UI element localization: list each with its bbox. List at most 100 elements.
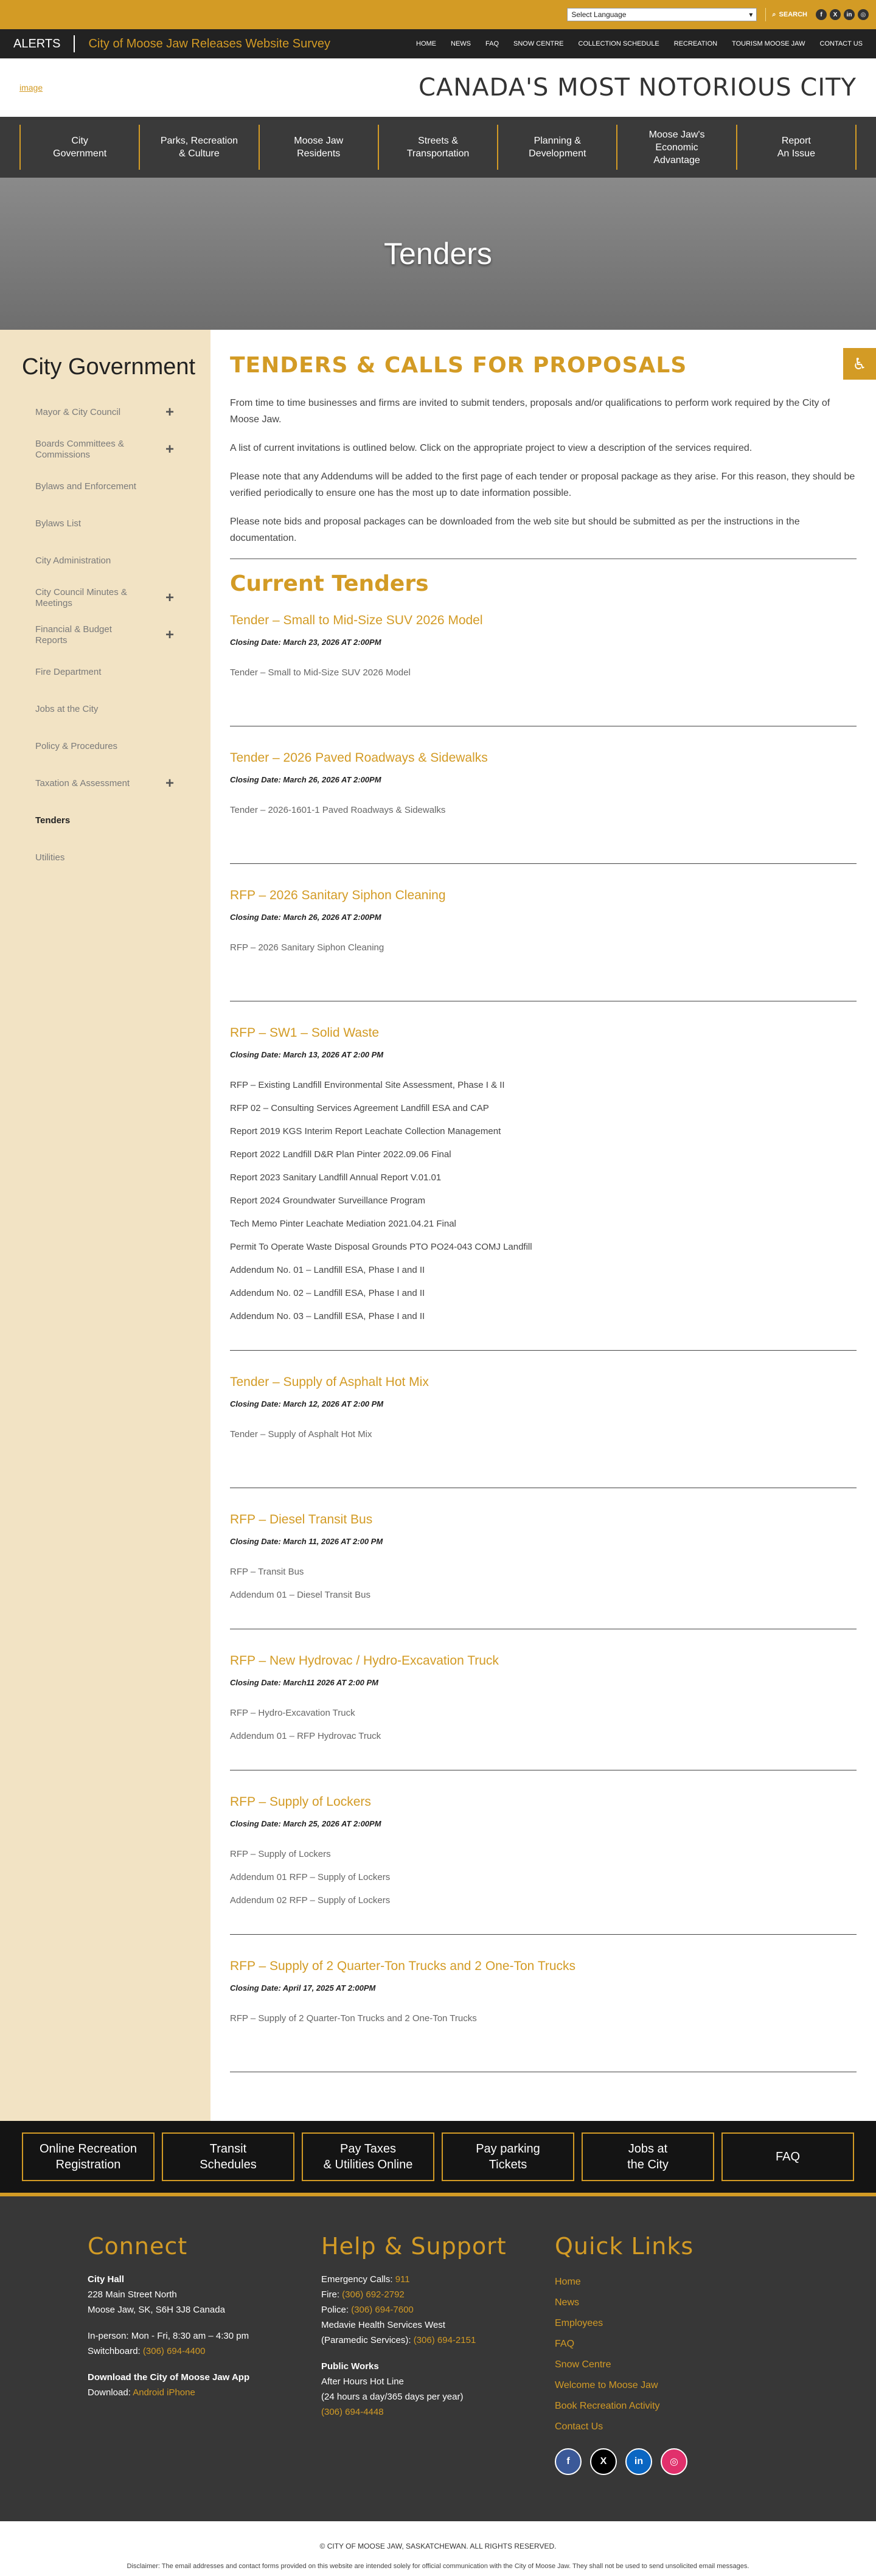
footer-quick-link[interactable]: FAQ xyxy=(555,2334,788,2355)
tender-document-link[interactable]: RFP – Supply of Lockers xyxy=(230,1849,857,1859)
sidebar-item[interactable]: Taxation & Assessment + xyxy=(0,765,210,802)
tender-document-link[interactable]: Addendum 02 RFP – Supply of Lockers xyxy=(230,1895,857,1906)
x-icon[interactable]: X xyxy=(590,2448,617,2475)
sidebar-item[interactable]: Mayor & City Council + xyxy=(0,394,210,431)
footer-quick-link[interactable]: Employees xyxy=(555,2313,788,2334)
police-phone-link[interactable]: (306) 694-7600 xyxy=(351,2305,414,2315)
footer-quick-link[interactable]: Home xyxy=(555,2272,788,2292)
expand-plus-icon[interactable]: + xyxy=(165,590,174,607)
tender-document-link[interactable]: RFP – 2026 Sanitary Siphon Cleaning xyxy=(230,942,857,953)
emergency-phone-link[interactable]: 911 xyxy=(395,2274,410,2285)
footer-quick-link[interactable]: Book Recreation Activity xyxy=(555,2396,788,2417)
expand-plus-icon[interactable]: + xyxy=(165,441,174,458)
sidebar-item[interactable]: City Administration xyxy=(0,542,210,579)
linkedin-icon[interactable]: in xyxy=(625,2448,652,2475)
sidebar-item[interactable]: Fire Department xyxy=(0,653,210,691)
tender-document-link[interactable]: RFP – Transit Bus xyxy=(230,1567,857,1577)
x-icon[interactable]: X xyxy=(830,9,841,20)
tender-document-link[interactable]: RFP – Hydro-Excavation Truck xyxy=(230,1708,857,1718)
sidebar-item[interactable]: Policy & Procedures xyxy=(0,728,210,765)
tender-title-link[interactable]: RFP – Diesel Transit Bus xyxy=(230,1513,857,1527)
quick-link-button[interactable]: Pay parking Tickets xyxy=(442,2132,574,2181)
main-nav-item[interactable]: City Government xyxy=(19,125,139,170)
accessibility-icon[interactable]: ♿ xyxy=(843,348,876,380)
site-logo[interactable]: image xyxy=(19,83,43,92)
tender-document-link[interactable]: Report 2023 Sanitary Landfill Annual Rep… xyxy=(230,1172,857,1183)
top-nav-link[interactable]: RECREATION xyxy=(674,40,717,47)
sidebar-item[interactable]: Jobs at the City xyxy=(0,691,210,728)
sidebar-item[interactable]: Tenders xyxy=(0,802,210,839)
iphone-link[interactable]: iPhone xyxy=(167,2387,195,2398)
tender-document-link[interactable]: Addendum 01 RFP – Supply of Lockers xyxy=(230,1872,857,1882)
quick-link-button[interactable]: Online Recreation Registration xyxy=(22,2132,155,2181)
tender-title-link[interactable]: RFP – Supply of Lockers xyxy=(230,1795,857,1809)
tender-document-link[interactable]: Report 2022 Landfill D&R Plan Pinter 202… xyxy=(230,1149,857,1160)
quick-link-button[interactable]: Pay Taxes & Utilities Online xyxy=(302,2132,434,2181)
tender-document-link[interactable]: Addendum No. 01 – Landfill ESA, Phase I … xyxy=(230,1265,857,1275)
tender-document-link[interactable]: RFP 02 – Consulting Services Agreement L… xyxy=(230,1103,857,1113)
tender-document-link[interactable]: RFP – Existing Landfill Environmental Si… xyxy=(230,1080,857,1090)
main-nav-item[interactable]: Moose Jaw Residents xyxy=(258,125,378,170)
tender-title-link[interactable]: RFP – Supply of 2 Quarter-Ton Trucks and… xyxy=(230,1959,857,1974)
top-nav-link[interactable]: HOME xyxy=(416,40,436,47)
top-nav-link[interactable]: COLLECTION SCHEDULE xyxy=(579,40,659,47)
tender-title-link[interactable]: Tender – Supply of Asphalt Hot Mix xyxy=(230,1375,857,1390)
tender-document-link[interactable]: Report 2024 Groundwater Surveillance Pro… xyxy=(230,1196,857,1206)
footer-quick-link[interactable]: Contact Us xyxy=(555,2417,788,2437)
tender-title-link[interactable]: RFP – 2026 Sanitary Siphon Cleaning xyxy=(230,888,857,903)
sidebar-item[interactable]: Utilities xyxy=(0,839,210,876)
main-nav-item[interactable]: Parks, Recreation & Culture xyxy=(139,125,258,170)
footer-quick-link[interactable]: News xyxy=(555,2292,788,2313)
expand-plus-icon[interactable]: + xyxy=(165,627,174,644)
tender-document-link[interactable]: Tender – Supply of Asphalt Hot Mix xyxy=(230,1429,857,1439)
expand-plus-icon[interactable]: + xyxy=(165,404,174,421)
top-nav-link[interactable]: NEWS xyxy=(451,40,471,47)
tender-document-link[interactable]: Addendum 01 – Diesel Transit Bus xyxy=(230,1590,857,1600)
top-nav-link[interactable]: SNOW CENTRE xyxy=(513,40,564,47)
paramedic-phone-link[interactable]: (306) 694-2151 xyxy=(414,2335,476,2345)
expand-plus-icon[interactable]: + xyxy=(165,775,174,792)
sidebar-item[interactable]: City Council Minutes & Meetings + xyxy=(0,579,210,616)
main-nav-item[interactable]: Moose Jaw's Economic Advantage xyxy=(616,125,735,170)
footer-quick-link[interactable]: Snow Centre xyxy=(555,2355,788,2375)
sidebar-item[interactable]: Bylaws List xyxy=(0,505,210,542)
tender-document-link[interactable]: Addendum No. 03 – Landfill ESA, Phase I … xyxy=(230,1311,857,1321)
main-nav-item[interactable]: Streets & Transportation xyxy=(377,125,497,170)
tender-document-link[interactable]: Tender – Small to Mid-Size SUV 2026 Mode… xyxy=(230,667,857,678)
main-nav-item[interactable]: Planning & Development xyxy=(497,125,616,170)
facebook-icon[interactable]: f xyxy=(816,9,827,20)
instagram-icon[interactable]: ◎ xyxy=(858,9,869,20)
tender-title-link[interactable]: Tender – 2026 Paved Roadways & Sidewalks xyxy=(230,751,857,765)
instagram-icon[interactable]: ◎ xyxy=(661,2448,687,2475)
tender-document-link[interactable]: Addendum No. 02 – Landfill ESA, Phase I … xyxy=(230,1288,857,1298)
facebook-icon[interactable]: f xyxy=(555,2448,582,2475)
top-nav-link[interactable]: CONTACT US xyxy=(820,40,863,47)
sidebar-item[interactable]: Boards Committees & Commissions + xyxy=(0,431,210,468)
tender-document-link[interactable]: Addendum 01 – RFP Hydrovac Truck xyxy=(230,1731,857,1741)
sidebar-item[interactable]: Financial & Budget Reports + xyxy=(0,616,210,653)
quick-link-button[interactable]: FAQ xyxy=(721,2132,854,2181)
sidebar-item[interactable]: Bylaws and Enforcement xyxy=(0,468,210,505)
tender-document-link[interactable]: RFP – Supply of 2 Quarter-Ton Trucks and… xyxy=(230,2013,857,2024)
main-nav-item[interactable]: Report An Issue xyxy=(735,125,857,170)
top-nav-link[interactable]: TOURISM MOOSE JAW xyxy=(732,40,805,47)
quick-link-button[interactable]: Jobs at the City xyxy=(582,2132,714,2181)
quick-link-button[interactable]: Transit Schedules xyxy=(162,2132,294,2181)
tender-title-link[interactable]: RFP – SW1 – Solid Waste xyxy=(230,1026,857,1040)
top-nav-link[interactable]: FAQ xyxy=(485,40,499,47)
tender-title-link[interactable]: RFP – New Hydrovac / Hydro-Excavation Tr… xyxy=(230,1654,857,1668)
public-works-phone-link[interactable]: (306) 694-4448 xyxy=(321,2407,384,2417)
tender-document-link[interactable]: Report 2019 KGS Interim Report Leachate … xyxy=(230,1126,857,1137)
android-link[interactable]: Android xyxy=(133,2387,164,2398)
search-button[interactable]: ⌕ SEARCH xyxy=(765,8,807,21)
alert-message-link[interactable]: City of Moose Jaw Releases Website Surve… xyxy=(88,37,330,51)
language-select[interactable]: Select Language ▾ xyxy=(567,8,757,21)
switchboard-phone-link[interactable]: (306) 694-4400 xyxy=(143,2346,206,2356)
tender-document-link[interactable]: Tech Memo Pinter Leachate Mediation 2021… xyxy=(230,1219,857,1229)
linkedin-icon[interactable]: in xyxy=(844,9,855,20)
tender-document-link[interactable]: Permit To Operate Waste Disposal Grounds… xyxy=(230,1242,857,1252)
tender-document-link[interactable]: Tender – 2026-1601-1 Paved Roadways & Si… xyxy=(230,805,857,815)
footer-quick-link[interactable]: Welcome to Moose Jaw xyxy=(555,2375,788,2396)
fire-phone-link[interactable]: (306) 692-2792 xyxy=(342,2289,405,2300)
tender-title-link[interactable]: Tender – Small to Mid-Size SUV 2026 Mode… xyxy=(230,613,857,628)
